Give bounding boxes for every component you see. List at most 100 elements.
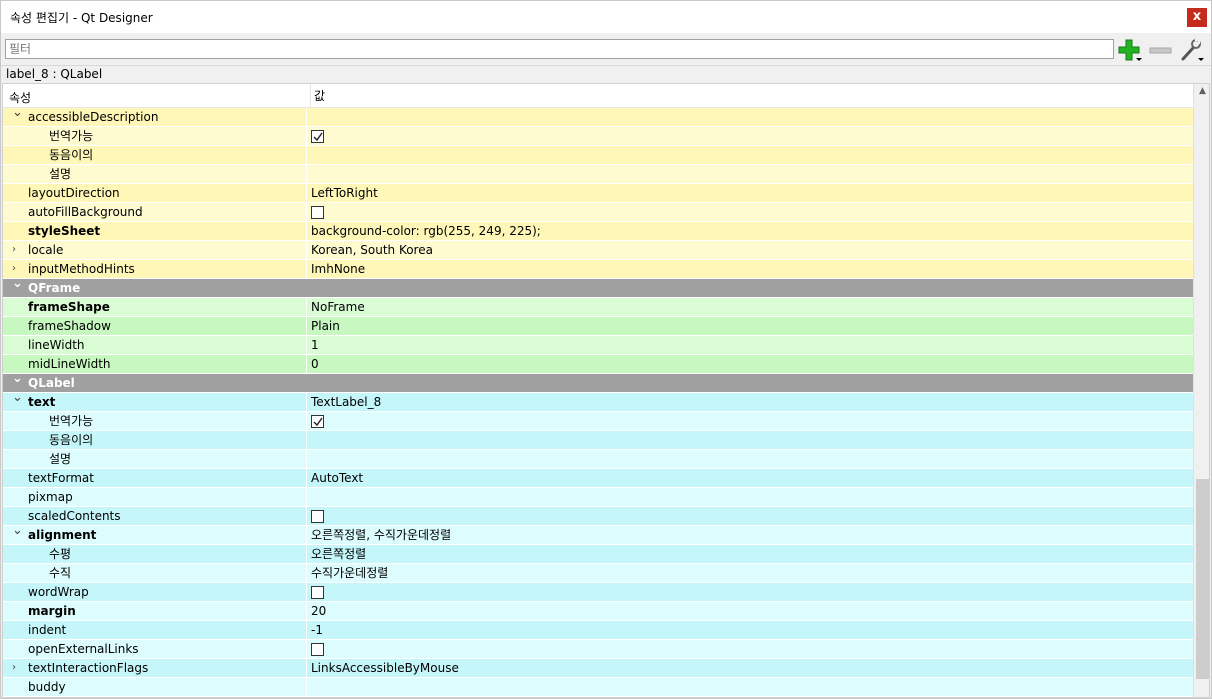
dropdown-arrow-icon bbox=[1198, 58, 1204, 61]
property-name: 수평 bbox=[49, 547, 72, 561]
property-row[interactable]: scaledContents bbox=[3, 507, 1193, 526]
property-name: margin bbox=[28, 604, 76, 618]
property-name: accessibleDescription bbox=[28, 110, 159, 124]
checkbox[interactable] bbox=[311, 586, 324, 599]
header-value[interactable]: 값 bbox=[310, 84, 325, 108]
property-row[interactable]: textFormat AutoText bbox=[3, 469, 1193, 488]
property-value[interactable]: 수직가운데정렬 bbox=[306, 564, 1193, 583]
property-value[interactable]: 0 bbox=[306, 355, 1193, 374]
property-name: autoFillBackground bbox=[28, 205, 143, 219]
property-value[interactable] bbox=[306, 488, 1193, 507]
title-bar[interactable]: 속성 편집기 - Qt Designer x bbox=[1, 1, 1211, 33]
property-row[interactable]: 설명 bbox=[3, 165, 1193, 184]
add-property-button[interactable] bbox=[1116, 37, 1144, 63]
property-row[interactable]: wordWrap bbox=[3, 583, 1193, 602]
property-row[interactable]: 번역가능 bbox=[3, 412, 1193, 431]
checkbox[interactable] bbox=[311, 643, 324, 656]
property-value[interactable]: 오른쪽정렬 bbox=[306, 545, 1193, 564]
property-row[interactable]: › locale Korean, South Korea bbox=[3, 241, 1193, 260]
property-row[interactable]: midLineWidth 0 bbox=[3, 355, 1193, 374]
property-row[interactable]: 동음이의 bbox=[3, 146, 1193, 165]
property-value[interactable]: TextLabel_8 bbox=[306, 393, 1193, 412]
vertical-scrollbar[interactable]: ▲ bbox=[1193, 84, 1209, 697]
chevron-down-icon[interactable]: ⌄ bbox=[12, 370, 23, 388]
property-row[interactable]: 번역가능 bbox=[3, 127, 1193, 146]
close-button[interactable]: x bbox=[1187, 8, 1207, 27]
property-value[interactable] bbox=[306, 108, 1193, 127]
checkbox[interactable] bbox=[311, 510, 324, 523]
property-value[interactable] bbox=[306, 127, 1193, 146]
selected-object-label: label_8 : QLabel bbox=[1, 65, 1211, 82]
property-name: locale bbox=[28, 243, 64, 257]
property-row[interactable]: 수평 오른쪽정렬 bbox=[3, 545, 1193, 564]
property-value[interactable] bbox=[306, 412, 1193, 431]
property-value[interactable]: 1 bbox=[306, 336, 1193, 355]
property-row[interactable]: indent -1 bbox=[3, 621, 1193, 640]
property-value[interactable] bbox=[306, 507, 1193, 526]
property-value[interactable] bbox=[306, 165, 1193, 184]
property-row[interactable]: lineWidth 1 bbox=[3, 336, 1193, 355]
configure-button[interactable] bbox=[1178, 37, 1206, 63]
property-value[interactable] bbox=[306, 678, 1193, 697]
property-value[interactable] bbox=[306, 431, 1193, 450]
property-row[interactable]: 설명 bbox=[3, 450, 1193, 469]
property-value[interactable]: background-color: rgb(255, 249, 225); bbox=[306, 222, 1193, 241]
property-value[interactable]: Korean, South Korea bbox=[306, 241, 1193, 260]
property-value-text: LinksAccessibleByMouse bbox=[311, 661, 459, 675]
chevron-right-icon[interactable]: › bbox=[12, 241, 16, 259]
property-value-text: LeftToRight bbox=[311, 186, 378, 200]
property-row[interactable]: ⌄ accessibleDescription bbox=[3, 105, 1193, 127]
property-value[interactable]: NoFrame bbox=[306, 298, 1193, 317]
property-row[interactable]: 동음이의 bbox=[3, 431, 1193, 450]
property-row[interactable]: ⌄ text TextLabel_8 bbox=[3, 390, 1193, 412]
property-value[interactable]: LeftToRight bbox=[306, 184, 1193, 203]
property-row[interactable]: ⌄ alignment 오른쪽정렬, 수직가운데정렬 bbox=[3, 523, 1193, 545]
scroll-thumb[interactable] bbox=[1196, 479, 1209, 679]
property-value[interactable]: 오른쪽정렬, 수직가운데정렬 bbox=[306, 526, 1193, 545]
property-row[interactable]: buddy bbox=[3, 678, 1193, 697]
property-row[interactable]: 수직 수직가운데정렬 bbox=[3, 564, 1193, 583]
remove-property-button[interactable] bbox=[1147, 37, 1175, 63]
checkbox[interactable] bbox=[311, 130, 324, 143]
property-row[interactable]: pixmap bbox=[3, 488, 1193, 507]
property-value[interactable]: ImhNone bbox=[306, 260, 1193, 279]
property-value[interactable]: -1 bbox=[306, 621, 1193, 640]
property-name: 설명 bbox=[49, 167, 72, 181]
property-row[interactable]: layoutDirection LeftToRight bbox=[3, 184, 1193, 203]
property-row[interactable]: openExternalLinks bbox=[3, 640, 1193, 659]
chevron-down-icon[interactable]: ⌄ bbox=[12, 389, 23, 407]
checkbox[interactable] bbox=[311, 206, 324, 219]
property-value[interactable] bbox=[306, 146, 1193, 165]
chevron-down-icon[interactable]: ⌄ bbox=[12, 522, 23, 540]
property-name: lineWidth bbox=[28, 338, 85, 352]
chevron-down-icon[interactable]: ⌄ bbox=[12, 104, 23, 122]
category-row[interactable]: ⌄ QFrame bbox=[3, 276, 1193, 298]
category-row[interactable]: ⌄ QLabel bbox=[3, 371, 1193, 393]
property-value[interactable]: 20 bbox=[306, 602, 1193, 621]
chevron-right-icon[interactable]: › bbox=[12, 659, 16, 677]
property-value[interactable] bbox=[306, 640, 1193, 659]
chevron-down-icon[interactable]: ⌄ bbox=[12, 275, 23, 293]
property-value[interactable] bbox=[306, 583, 1193, 602]
property-row[interactable]: › inputMethodHints ImhNone bbox=[3, 260, 1193, 279]
tree-header: 속성 값 bbox=[3, 84, 1193, 108]
checkbox[interactable] bbox=[311, 415, 324, 428]
property-value-text: 1 bbox=[311, 338, 319, 352]
filter-input[interactable] bbox=[5, 39, 1114, 59]
scroll-up-arrow-icon[interactable]: ▲ bbox=[1194, 86, 1209, 100]
property-row[interactable]: frameShape NoFrame bbox=[3, 298, 1193, 317]
property-row[interactable]: frameShadow Plain bbox=[3, 317, 1193, 336]
property-row[interactable]: margin 20 bbox=[3, 602, 1193, 621]
property-name: alignment bbox=[28, 528, 97, 542]
property-value[interactable]: Plain bbox=[306, 317, 1193, 336]
property-row[interactable]: styleSheet background-color: rgb(255, 249… bbox=[3, 222, 1193, 241]
property-name: textInteractionFlags bbox=[28, 661, 149, 675]
property-value-text: 20 bbox=[311, 604, 327, 618]
property-value[interactable] bbox=[306, 203, 1193, 222]
property-value[interactable]: AutoText bbox=[306, 469, 1193, 488]
property-value[interactable] bbox=[306, 450, 1193, 469]
property-value[interactable]: LinksAccessibleByMouse bbox=[306, 659, 1193, 678]
property-row[interactable]: autoFillBackground bbox=[3, 203, 1193, 222]
property-name: 동음이의 bbox=[49, 433, 94, 447]
property-row[interactable]: › textInteractionFlags LinksAccessibleByMo… bbox=[3, 659, 1193, 678]
